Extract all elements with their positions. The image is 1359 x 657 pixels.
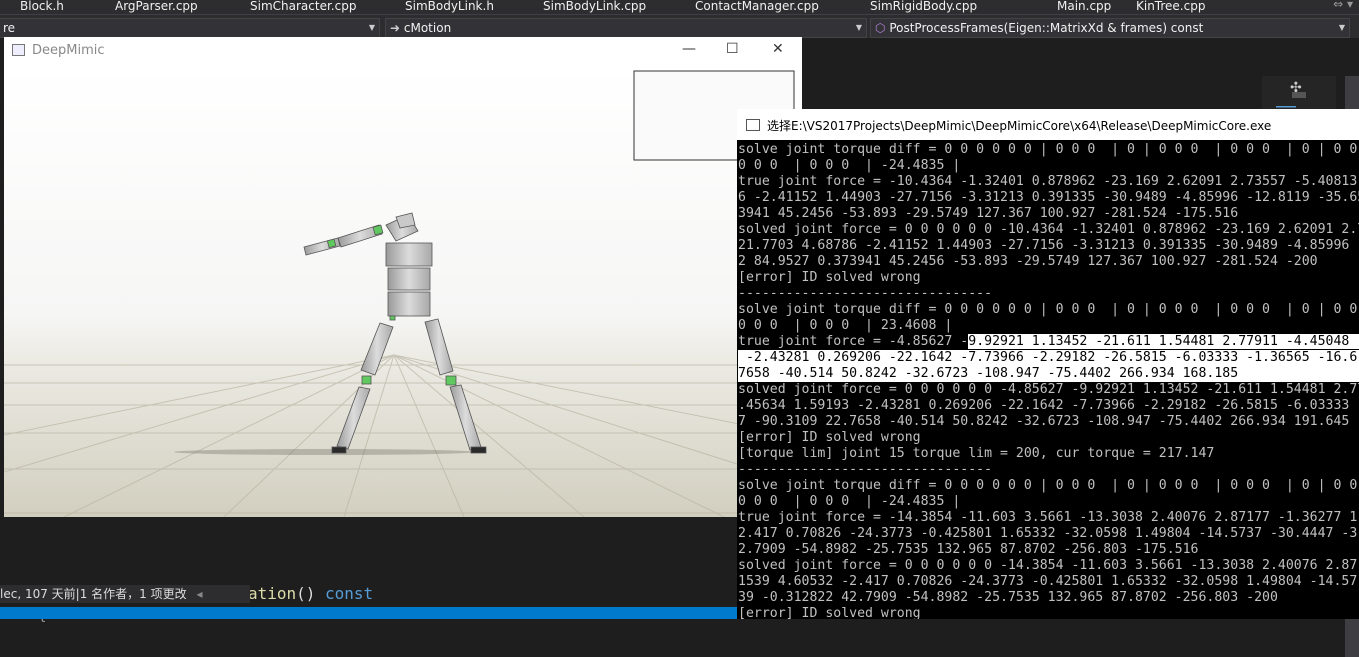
console-line: .45634 1.59193 -2.43281 0.269206 -22.164… [738, 398, 1359, 413]
console-line: 39 -0.312822 42.7909 -54.8982 -25.7535 1… [738, 590, 1278, 605]
console-line: -------------------------------- [738, 286, 993, 301]
class-icon: ➜ [390, 21, 401, 35]
close-button[interactable]: ✕ [772, 41, 784, 57]
console-line: 7658 -40.514 50.8242 -32.6723 -108.947 -… [738, 366, 1359, 382]
ide-navigation-bar: re ▼ ➜ cMotion ▼ ⬡ PostProcessFrames(Eig… [0, 14, 1359, 39]
editor-tab[interactable]: ContactManager.cpp [695, 0, 819, 14]
console-line: solved joint force = 0 0 0 0 0 0 -10.436… [738, 222, 1359, 237]
minimize-button[interactable]: — [682, 41, 696, 57]
console-line: solve joint torque diff = 0 0 0 0 0 0 | … [738, 302, 1359, 317]
console-line: 0 0 0 | 0 0 0 | -24.4835 | [738, 158, 961, 173]
class-dropdown-value: cMotion [403, 21, 452, 35]
console-line: 2.417 0.70826 -24.3773 -0.425801 1.65332… [738, 526, 1358, 541]
chevron-down-icon: ▼ [1338, 23, 1345, 32]
simulation-scene [4, 65, 802, 517]
code-parens: () [296, 584, 316, 603]
console-line: 0 0 0 | 0 0 0 | 23.4608 | [738, 318, 953, 333]
console-line: 2.7909 -54.8982 -25.7535 132.965 87.8702… [738, 542, 1199, 557]
console-line: true joint force = -14.3854 -11.603 3.56… [738, 510, 1359, 525]
console-line: 6 -2.41152 1.44903 -27.7156 -3.31213 0.3… [738, 190, 1359, 205]
deepmimic-title: DeepMimic [32, 43, 105, 58]
ide-tab-strip: Block.h ArgParser.cpp SimCharacter.cpp SimB… [0, 0, 1359, 14]
console-title: 选择E:\VS2017Projects\DeepMimic\DeepMimicC… [767, 119, 1272, 133]
split-icon[interactable]: ✣ [1290, 80, 1302, 96]
console-output[interactable]: solve joint torque diff = 0 0 0 0 0 0 | … [738, 142, 1359, 619]
console-line: 21.7703 4.68786 -2.41152 1.44903 -27.715… [738, 238, 1359, 253]
console-line: 7 -90.3109 22.7658 -40.514 50.8242 -32.6… [738, 414, 1350, 429]
editor-tab[interactable]: SimRigidBody.cpp [870, 0, 977, 14]
console-line: solved joint force = 0 0 0 0 0 0 -4.8562… [738, 382, 1359, 397]
console-line: [error] ID solved wrong [738, 606, 921, 619]
chevron-down-icon: ▼ [855, 23, 862, 32]
deepmimic-window[interactable]: DeepMimic — ☐ ✕ [4, 37, 802, 517]
editor-tab[interactable]: SimCharacter.cpp [250, 0, 356, 14]
tab-overflow-icon[interactable]: ⇔ ▾ [1333, 0, 1353, 11]
editor-tab[interactable]: Main.cpp [1057, 0, 1111, 14]
codelens-info[interactable]: lec, 107 天前|1 名作者，1 项更改 ◂ [0, 585, 250, 603]
method-dropdown-value: PostProcessFrames(Eigen::MatrixXd & fram… [889, 21, 1204, 35]
console-line: solve joint torque diff = 0 0 0 0 0 0 | … [738, 478, 1359, 493]
scope-dropdown[interactable]: re ▼ [0, 18, 380, 38]
method-icon: ⬡ [875, 21, 886, 35]
console-line: -2.43281 0.269206 -22.1642 -7.73966 -2.2… [738, 350, 1359, 366]
console-line: 2 84.9527 0.373941 45.2456 -53.893 -29.5… [738, 254, 1318, 269]
editor-tab[interactable]: SimBodyLink.h [405, 0, 494, 14]
editor-tab[interactable]: Block.h [20, 0, 64, 14]
console-line: true joint force = -4.85627 -9.92921 1.1… [738, 334, 1359, 350]
simulation-viewport[interactable] [4, 65, 802, 517]
console-titlebar[interactable]: 选择E:\VS2017Projects\DeepMimic\DeepMimicC… [737, 109, 1359, 140]
character-shadow [174, 449, 474, 455]
console-line: 0 0 0 | 0 0 0 | -24.4835 | [738, 494, 961, 509]
editor-tab[interactable]: KinTree.cpp [1136, 0, 1205, 14]
editor-tab[interactable]: SimBodyLink.cpp [543, 0, 646, 14]
console-line: solve joint torque diff = 0 0 0 0 0 0 | … [738, 142, 1359, 157]
console-line: true joint force = -10.4364 -1.32401 0.8… [738, 174, 1359, 189]
codelens-text: lec, 107 天前|1 名作者，1 项更改 [0, 587, 187, 601]
console-window[interactable]: 选择E:\VS2017Projects\DeepMimic\DeepMimicC… [737, 109, 1359, 619]
console-line: solved joint force = 0 0 0 0 0 0 -14.385… [738, 558, 1358, 573]
caret-left-icon[interactable]: ◂ [196, 587, 202, 601]
maximize-button[interactable]: ☐ [726, 41, 739, 57]
console-line: 3941 45.2456 -53.893 -29.5749 127.367 10… [738, 206, 1239, 221]
code-qualifier: const [325, 584, 374, 603]
console-icon [746, 119, 760, 131]
scope-dropdown-value: re [3, 21, 16, 35]
chevron-down-icon: ▼ [368, 23, 375, 32]
console-line: -------------------------------- [738, 462, 993, 477]
console-line: [torque lim] joint 15 torque lim = 200, … [738, 446, 1215, 461]
class-dropdown[interactable]: ➜ cMotion ▼ [385, 18, 867, 38]
console-line: [error] ID solved wrong [738, 430, 921, 445]
method-dropdown[interactable]: ⬡ PostProcessFrames(Eigen::MatrixXd & fr… [870, 18, 1350, 38]
deepmimic-titlebar[interactable]: DeepMimic — ☐ ✕ [4, 37, 802, 65]
console-line: 1539 4.60532 -2.417 0.70826 -24.3773 -0.… [738, 574, 1358, 589]
editor-tab[interactable]: ArgParser.cpp [115, 0, 198, 14]
console-line: [error] ID solved wrong [738, 270, 921, 285]
window-icon [12, 44, 25, 56]
